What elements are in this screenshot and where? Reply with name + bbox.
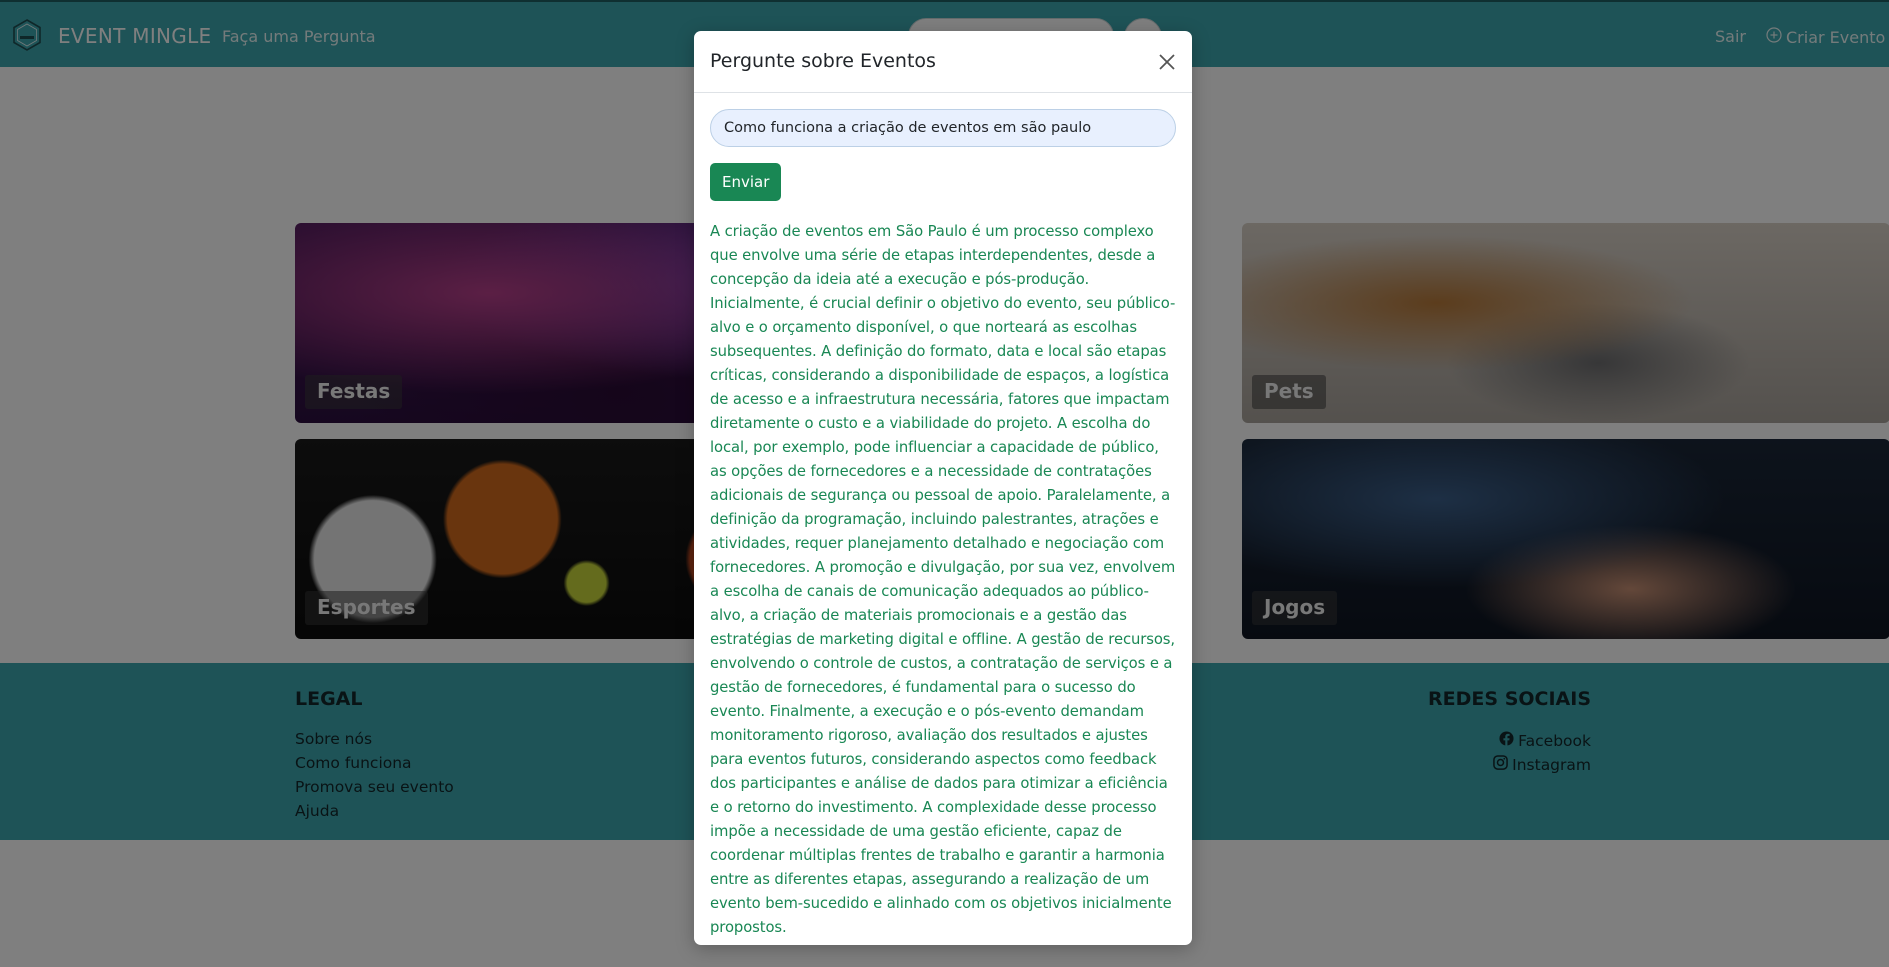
- question-input[interactable]: [710, 109, 1176, 147]
- modal-header: Pergunte sobre Eventos: [694, 31, 1192, 93]
- send-button[interactable]: Enviar: [710, 163, 782, 201]
- answer-text: A criação de eventos em São Paulo é um p…: [710, 223, 1176, 936]
- modal-body: Enviar A criação de eventos em São Paulo…: [694, 93, 1192, 956]
- ask-events-modal: Pergunte sobre Eventos Enviar A criação …: [694, 31, 1192, 945]
- modal-title: Pergunte sobre Eventos: [710, 50, 936, 72]
- close-icon[interactable]: [1156, 51, 1178, 73]
